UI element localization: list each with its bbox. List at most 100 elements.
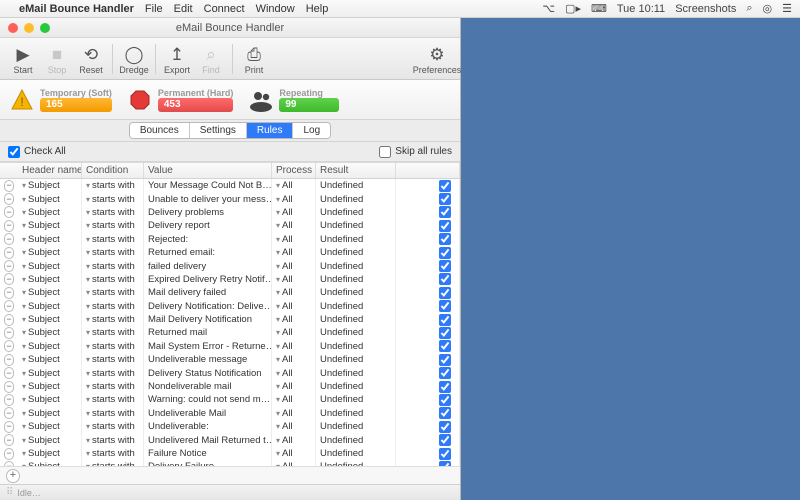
bluetooth-icon[interactable]: ⌥ — [542, 2, 555, 15]
row-collapse-button[interactable]: − — [4, 220, 14, 232]
dropdown-arrow-icon[interactable]: ▾ — [86, 382, 90, 391]
row-enabled-checkbox[interactable] — [439, 354, 451, 366]
row-enabled-checkbox[interactable] — [439, 394, 451, 406]
table-row[interactable]: −▾Subject▾starts withRejected:▾AllUndefi… — [0, 233, 460, 246]
row-enabled-checkbox[interactable] — [439, 220, 451, 232]
dropdown-arrow-icon[interactable]: ▾ — [276, 436, 280, 445]
row-collapse-button[interactable]: − — [4, 273, 14, 285]
dropdown-arrow-icon[interactable]: ▾ — [22, 221, 26, 230]
dropdown-arrow-icon[interactable]: ▾ — [276, 395, 280, 404]
check-all-checkbox[interactable] — [8, 146, 20, 158]
row-enabled-checkbox[interactable] — [439, 300, 451, 312]
table-row[interactable]: −▾Subject▾starts withNondeliverable mail… — [0, 380, 460, 393]
dropdown-arrow-icon[interactable]: ▾ — [276, 195, 280, 204]
dropdown-arrow-icon[interactable]: ▾ — [276, 449, 280, 458]
table-row[interactable]: −▾Subject▾starts withDelivery Notificati… — [0, 300, 460, 313]
dropdown-arrow-icon[interactable]: ▾ — [22, 288, 26, 297]
row-enabled-checkbox[interactable] — [439, 273, 451, 285]
dropdown-arrow-icon[interactable]: ▾ — [22, 422, 26, 431]
dropdown-arrow-icon[interactable]: ▾ — [22, 315, 26, 324]
dredge-button[interactable]: ◯Dredge — [117, 43, 151, 75]
add-rule-button[interactable]: + — [6, 469, 20, 483]
dropdown-arrow-icon[interactable]: ▾ — [276, 302, 280, 311]
col-condition[interactable]: Condition — [82, 163, 144, 178]
col-result[interactable]: Result — [316, 163, 396, 178]
menubar-clock[interactable]: Tue 10:11 — [617, 3, 665, 15]
row-collapse-button[interactable]: − — [4, 327, 14, 339]
dropdown-arrow-icon[interactable]: ▾ — [22, 395, 26, 404]
dropdown-arrow-icon[interactable]: ▾ — [276, 382, 280, 391]
row-enabled-checkbox[interactable] — [439, 340, 451, 352]
row-enabled-checkbox[interactable] — [439, 233, 451, 245]
row-collapse-button[interactable]: − — [4, 367, 14, 379]
dropdown-arrow-icon[interactable]: ▾ — [86, 208, 90, 217]
dropdown-arrow-icon[interactable]: ▾ — [276, 221, 280, 230]
skip-all-rules-checkbox[interactable] — [379, 146, 391, 158]
dropdown-arrow-icon[interactable]: ▾ — [276, 369, 280, 378]
dropdown-arrow-icon[interactable]: ▾ — [22, 208, 26, 217]
row-collapse-button[interactable]: − — [4, 354, 14, 366]
table-row[interactable]: −▾Subject▾starts withMail delivery faile… — [0, 286, 460, 299]
row-collapse-button[interactable]: − — [4, 340, 14, 352]
dropdown-arrow-icon[interactable]: ▾ — [22, 409, 26, 418]
dropdown-arrow-icon[interactable]: ▾ — [22, 328, 26, 337]
row-enabled-checkbox[interactable] — [439, 247, 451, 259]
col-value[interactable]: Value — [144, 163, 272, 178]
col-header-name[interactable]: Header name — [18, 163, 82, 178]
tab-bounces[interactable]: Bounces — [130, 123, 190, 138]
stop-button[interactable]: ■Stop — [40, 43, 74, 75]
row-enabled-checkbox[interactable] — [439, 287, 451, 299]
table-row[interactable]: −▾Subject▾starts withDelivery report▾All… — [0, 219, 460, 232]
row-enabled-checkbox[interactable] — [439, 381, 451, 393]
dropdown-arrow-icon[interactable]: ▾ — [276, 288, 280, 297]
dropdown-arrow-icon[interactable]: ▾ — [276, 248, 280, 257]
table-row[interactable]: −▾Subject▾starts withMail System Error -… — [0, 340, 460, 353]
dropdown-arrow-icon[interactable]: ▾ — [86, 395, 90, 404]
row-collapse-button[interactable]: − — [4, 421, 14, 433]
dropdown-arrow-icon[interactable]: ▾ — [86, 195, 90, 204]
row-collapse-button[interactable]: − — [4, 381, 14, 393]
table-row[interactable]: −▾Subject▾starts withWarning: could not … — [0, 393, 460, 406]
dropdown-arrow-icon[interactable]: ▾ — [22, 235, 26, 244]
table-row[interactable]: −▾Subject▾starts withReturned email:▾All… — [0, 246, 460, 259]
row-enabled-checkbox[interactable] — [439, 421, 451, 433]
row-collapse-button[interactable]: − — [4, 193, 14, 205]
dropdown-arrow-icon[interactable]: ▾ — [86, 436, 90, 445]
row-enabled-checkbox[interactable] — [439, 407, 451, 419]
menu-connect[interactable]: Connect — [204, 3, 245, 15]
dropdown-arrow-icon[interactable]: ▾ — [86, 355, 90, 364]
dropdown-arrow-icon[interactable]: ▾ — [86, 235, 90, 244]
dropdown-arrow-icon[interactable]: ▾ — [86, 288, 90, 297]
table-row[interactable]: −▾Subject▾starts withFailure Notice▾AllU… — [0, 447, 460, 460]
dropdown-arrow-icon[interactable]: ▾ — [86, 248, 90, 257]
dropdown-arrow-icon[interactable]: ▾ — [276, 208, 280, 217]
row-collapse-button[interactable]: − — [4, 434, 14, 446]
dropdown-arrow-icon[interactable]: ▾ — [276, 262, 280, 271]
export-button[interactable]: ↥Export — [160, 43, 194, 75]
table-row[interactable]: −▾Subject▾starts withUndeliverable Mail▾… — [0, 407, 460, 420]
dropdown-arrow-icon[interactable]: ▾ — [86, 221, 90, 230]
row-enabled-checkbox[interactable] — [439, 367, 451, 379]
dropdown-arrow-icon[interactable]: ▾ — [86, 302, 90, 311]
dropdown-arrow-icon[interactable]: ▾ — [276, 409, 280, 418]
find-button[interactable]: ⌕Find — [194, 43, 228, 75]
table-row[interactable]: −▾Subject▾starts withYour Message Could … — [0, 179, 460, 192]
row-enabled-checkbox[interactable] — [439, 193, 451, 205]
dropdown-arrow-icon[interactable]: ▾ — [22, 248, 26, 257]
menu-window[interactable]: Window — [256, 3, 295, 15]
menu-file[interactable]: File — [145, 3, 163, 15]
dropdown-arrow-icon[interactable]: ▾ — [86, 369, 90, 378]
table-row[interactable]: −▾Subject▾starts withReturned mail▾AllUn… — [0, 326, 460, 339]
dropdown-arrow-icon[interactable]: ▾ — [22, 342, 26, 351]
siri-icon[interactable]: ◎ — [763, 2, 773, 15]
dropdown-arrow-icon[interactable]: ▾ — [22, 302, 26, 311]
start-button[interactable]: ▶Start — [6, 43, 40, 75]
dropdown-arrow-icon[interactable]: ▾ — [22, 382, 26, 391]
dropdown-arrow-icon[interactable]: ▾ — [22, 436, 26, 445]
row-collapse-button[interactable]: − — [4, 233, 14, 245]
dropdown-arrow-icon[interactable]: ▾ — [86, 422, 90, 431]
table-row[interactable]: −▾Subject▾starts withDelivery problems▾A… — [0, 206, 460, 219]
dropdown-arrow-icon[interactable]: ▾ — [22, 181, 26, 190]
table-row[interactable]: −▾Subject▾starts withMail Delivery Notif… — [0, 313, 460, 326]
menu-help[interactable]: Help — [306, 3, 329, 15]
